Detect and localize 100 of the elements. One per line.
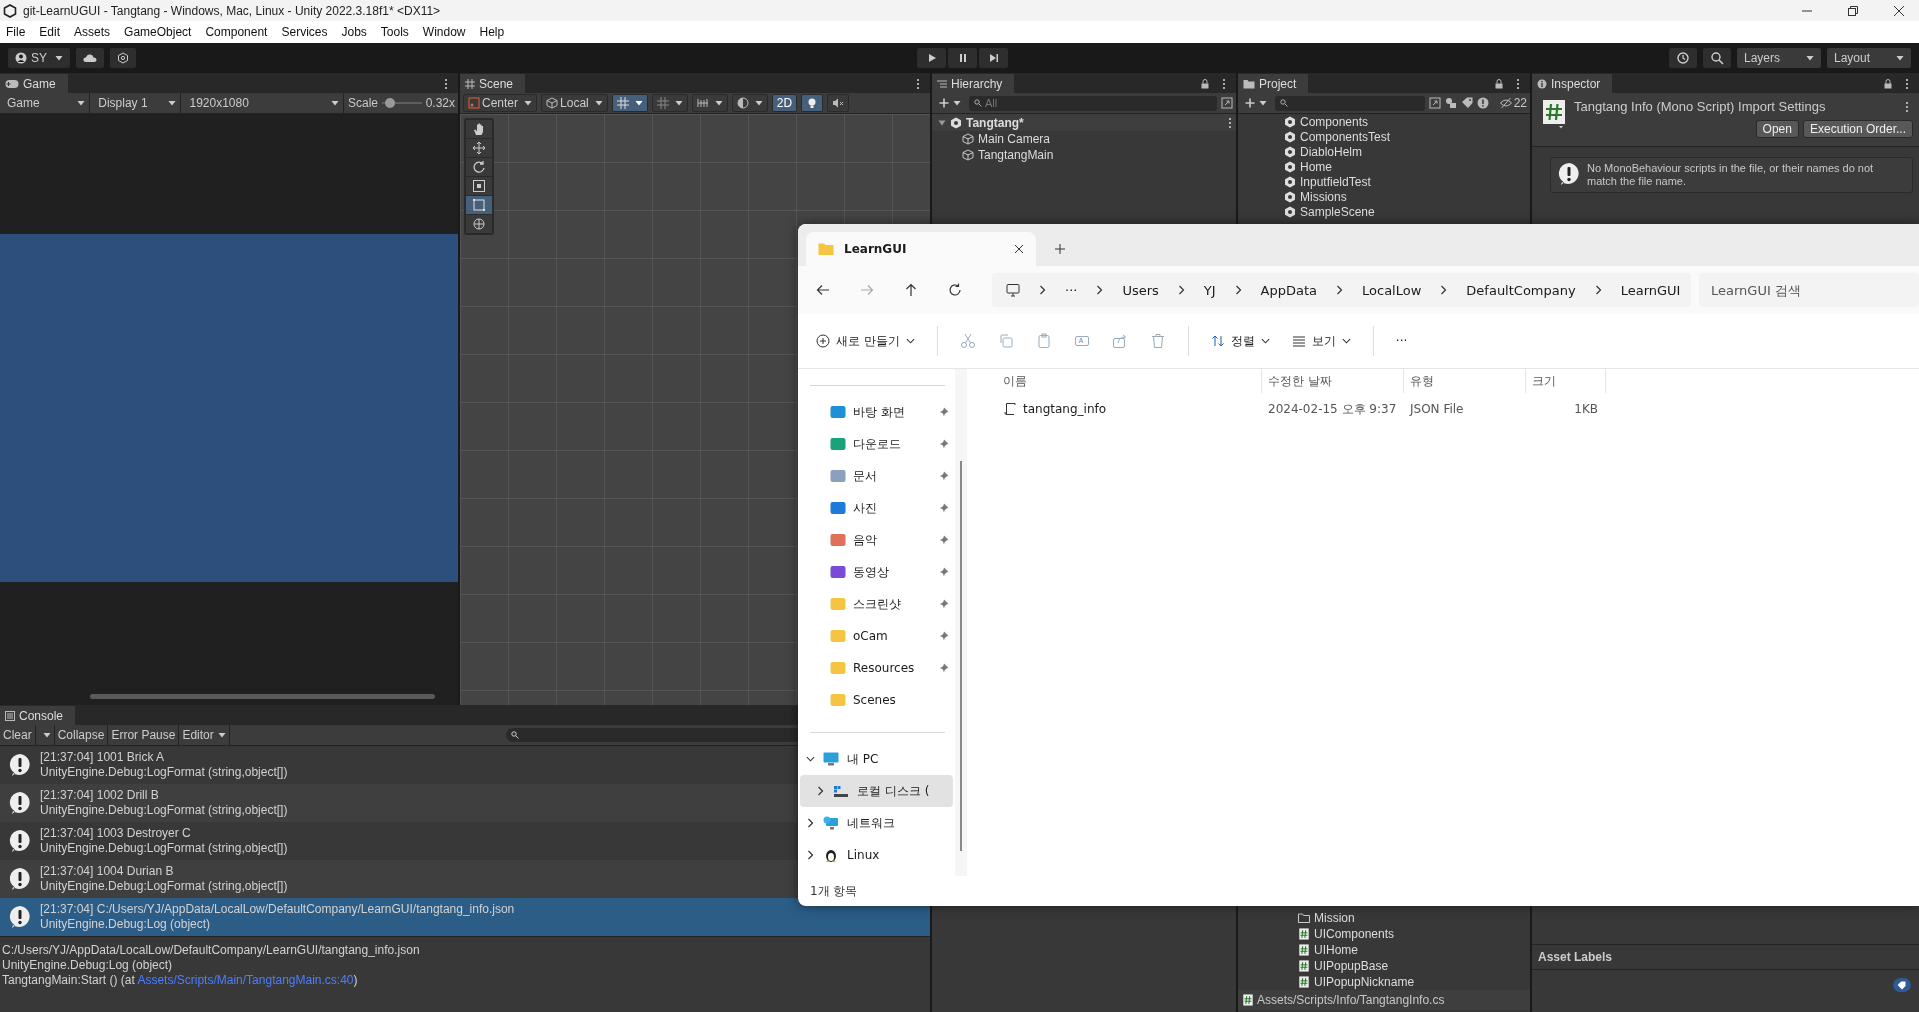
asset-item[interactable]: Missions xyxy=(1238,189,1530,204)
layers-dropdown[interactable]: Layers xyxy=(1737,48,1821,68)
search-button[interactable] xyxy=(1703,48,1731,68)
breadcrumb-item[interactable]: Users xyxy=(1122,282,1159,298)
pin-icon[interactable] xyxy=(939,503,949,513)
quick-access-item[interactable]: 문서 xyxy=(798,460,955,492)
expand-icon[interactable] xyxy=(1221,97,1233,109)
sort-button[interactable]: 정렬 xyxy=(1210,332,1270,350)
asset-item[interactable]: UIHome xyxy=(1238,942,1530,958)
column-header[interactable]: 수정한 날짜 xyxy=(1262,369,1404,393)
hierarchy-tab[interactable]: Hierarchy xyxy=(932,74,1015,93)
menu-item[interactable]: Services xyxy=(281,25,328,39)
column-header[interactable]: 이름 xyxy=(991,369,1262,393)
quick-access-item[interactable]: 다운로드 xyxy=(798,428,955,460)
more-menu-icon[interactable] xyxy=(1516,77,1520,90)
menu-item[interactable]: Assets xyxy=(74,25,111,39)
asset-item[interactable]: UIPopupNickname xyxy=(1238,974,1530,990)
address-bar[interactable]: ··· Users YJ AppData LocalLow DefaultCompany LearnGUI xyxy=(992,273,1691,307)
expand-triangle-icon[interactable] xyxy=(938,118,946,127)
search-field[interactable] xyxy=(1275,95,1425,111)
rect-tool-icon[interactable] xyxy=(466,196,492,214)
console-tab[interactable]: Console xyxy=(0,706,76,725)
game-tab[interactable]: Game xyxy=(0,74,68,93)
scale-slider[interactable] xyxy=(382,97,422,109)
quick-access-item[interactable]: Scenes xyxy=(798,684,955,716)
column-header[interactable]: 크기 xyxy=(1526,369,1606,393)
pivot-dropdown[interactable]: Center xyxy=(463,94,538,112)
ruler-button[interactable] xyxy=(691,94,728,112)
more-menu-icon[interactable] xyxy=(1228,116,1232,129)
menu-item[interactable]: GameObject xyxy=(124,25,192,39)
back-arrow-icon[interactable] xyxy=(816,283,830,297)
refresh-icon[interactable] xyxy=(948,283,962,297)
quick-access-item[interactable]: 사진 xyxy=(798,492,955,524)
pause-button[interactable] xyxy=(948,48,977,68)
hidden-count[interactable]: 22 xyxy=(1499,96,1527,110)
hand-icon[interactable] xyxy=(466,120,492,138)
quick-access-item[interactable]: 동영상 xyxy=(798,556,955,588)
mode-2d-toggle[interactable]: 2D xyxy=(771,94,798,112)
grid-snap-button[interactable] xyxy=(611,94,648,112)
quick-access-item[interactable]: 음악 xyxy=(798,524,955,556)
breadcrumb-item[interactable]: YJ xyxy=(1203,282,1216,298)
clear-button[interactable]: Clear xyxy=(0,725,36,745)
quick-access-item[interactable]: Resources xyxy=(798,652,955,684)
close-icon[interactable] xyxy=(1893,4,1905,17)
scrollbar[interactable] xyxy=(90,694,435,699)
breadcrumb-overflow[interactable]: ··· xyxy=(1065,282,1078,298)
new-tab-icon[interactable] xyxy=(1054,243,1066,255)
menu-item[interactable]: Jobs xyxy=(341,25,367,39)
more-menu-icon[interactable] xyxy=(444,77,448,90)
new-item-button[interactable]: 새로 만들기 xyxy=(816,332,915,350)
breadcrumb-item[interactable]: AppData xyxy=(1260,282,1318,298)
scene-tab[interactable]: Scene xyxy=(460,74,526,93)
lock-icon[interactable] xyxy=(1494,78,1504,89)
collapse-button[interactable]: Collapse xyxy=(54,725,109,745)
asset-item[interactable]: InputfieldTest xyxy=(1238,174,1530,189)
play-button[interactable] xyxy=(917,48,946,68)
step-button[interactable] xyxy=(979,48,1008,68)
pin-icon[interactable] xyxy=(939,567,949,577)
rotate-icon[interactable] xyxy=(466,158,492,176)
menu-item[interactable]: Help xyxy=(479,25,505,39)
quick-access-item[interactable]: 스크린샷 xyxy=(798,588,955,620)
cloud-button[interactable] xyxy=(76,48,104,68)
more-menu-icon[interactable] xyxy=(1905,100,1909,113)
asset-item[interactable]: UIComponents xyxy=(1238,926,1530,942)
error-pause-button[interactable]: Error Pause xyxy=(108,725,180,745)
view-button[interactable]: 보기 xyxy=(1291,332,1351,350)
more-menu-icon[interactable] xyxy=(916,77,920,90)
warning-icon[interactable] xyxy=(1477,97,1489,109)
nav-tree-item[interactable]: 로컬 디스크 ( xyxy=(800,775,953,807)
pin-icon[interactable] xyxy=(939,663,949,673)
menu-item[interactable]: Edit xyxy=(39,25,61,39)
breadcrumb-item[interactable]: DefaultCompany xyxy=(1466,282,1576,298)
menu-item[interactable]: File xyxy=(6,25,26,39)
lighting-toggle[interactable] xyxy=(801,94,824,112)
more-menu-icon[interactable] xyxy=(1222,77,1226,90)
search-field[interactable]: LearnGUI 검색 xyxy=(1699,273,1919,307)
shading-dropdown[interactable] xyxy=(731,94,768,112)
quick-access-item[interactable]: 바탕 화면 xyxy=(798,396,955,428)
asset-item[interactable]: Components xyxy=(1238,114,1530,129)
tag-icon[interactable] xyxy=(1893,978,1911,992)
pin-icon[interactable] xyxy=(939,631,949,641)
increment-snap-button[interactable] xyxy=(651,94,688,112)
layout-dropdown[interactable]: Layout xyxy=(1827,48,1911,68)
move-icon[interactable] xyxy=(466,139,492,157)
log-entry[interactable]: [21:37:04] C:/Users/YJ/AppData/LocalLow/DefaultCompany/LearnGUI/tangtang_info.json UnityEngine.Debug:Log (object) xyxy=(0,898,930,936)
more-menu-icon[interactable] xyxy=(1905,77,1909,90)
menu-item[interactable]: Window xyxy=(422,25,466,39)
lock-icon[interactable] xyxy=(1200,78,1210,89)
breadcrumb-item[interactable]: LearnGUI xyxy=(1620,282,1681,298)
pin-icon[interactable] xyxy=(939,471,949,481)
expand-icon[interactable] xyxy=(1429,97,1441,109)
hierarchy-item[interactable]: TangtangMain xyxy=(932,147,1236,163)
pin-icon[interactable] xyxy=(939,439,949,449)
account-dropdown[interactable]: SY xyxy=(8,48,70,68)
menu-item[interactable]: Tools xyxy=(380,25,409,39)
scale-icon[interactable] xyxy=(466,177,492,195)
inspector-button[interactable]: Execution Order... xyxy=(1802,120,1913,138)
filter-type-icon[interactable] xyxy=(1445,97,1457,109)
search-field[interactable]: All xyxy=(969,95,1217,111)
pin-icon[interactable] xyxy=(939,535,949,545)
